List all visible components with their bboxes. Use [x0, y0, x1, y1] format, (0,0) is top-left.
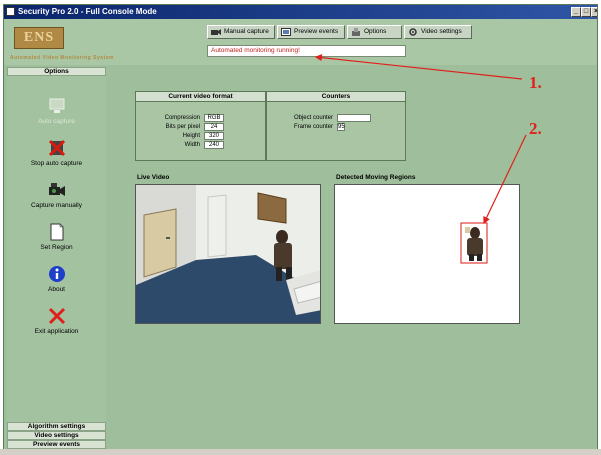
callout-2-label: 2. — [529, 119, 542, 138]
application-window: Security Pro 2.0 - Full Console Mode _ □… — [3, 4, 598, 453]
bottom-bar — [0, 449, 601, 455]
callout-2-arrow — [483, 134, 527, 225]
callout-1-arrow — [314, 54, 523, 80]
callout-1-label: 1. — [529, 73, 542, 92]
annotation-overlay — [314, 54, 527, 225]
